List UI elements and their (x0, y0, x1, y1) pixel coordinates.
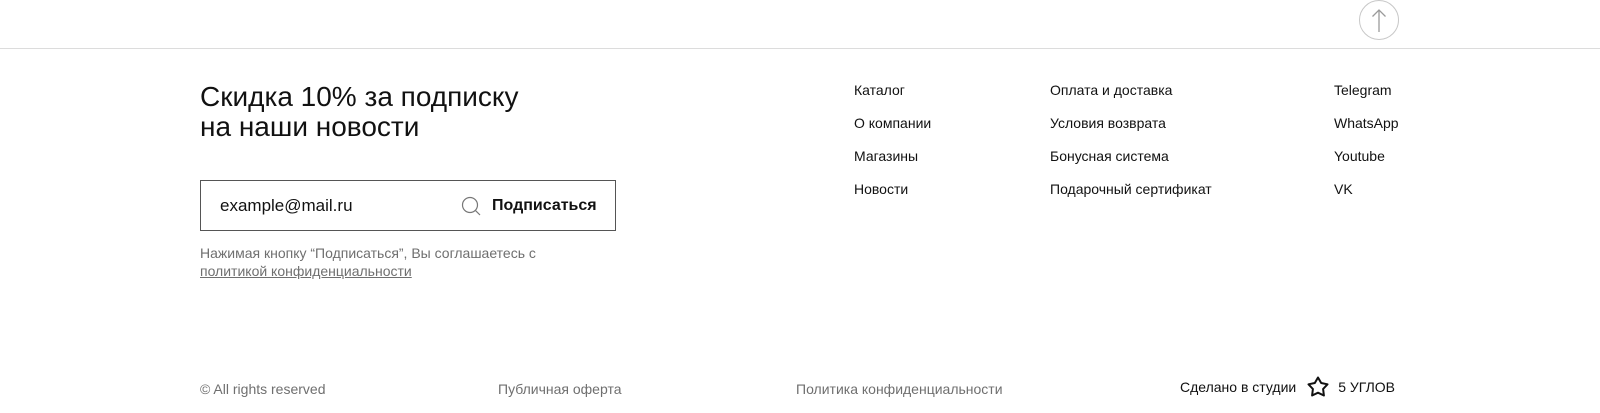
privacy-policy-footer-link[interactable]: Политика конфиденциальности (796, 380, 1003, 398)
social-link-telegram[interactable]: Telegram (1334, 81, 1399, 114)
email-input[interactable] (201, 181, 460, 230)
social-link-youtube[interactable]: Youtube (1334, 147, 1399, 180)
footer-nav-main: Каталог О компании Магазины Новости (854, 81, 931, 213)
public-offer-link[interactable]: Публичная оферта (498, 380, 622, 398)
nav-link-bonus[interactable]: Бонусная система (1050, 147, 1212, 180)
footer-nav-info: Оплата и доставка Условия возврата Бонус… (1050, 81, 1212, 213)
scroll-to-top-button[interactable] (1359, 0, 1399, 40)
subscribe-form: Подписаться (200, 180, 616, 231)
nav-link-returns[interactable]: Условия возврата (1050, 114, 1212, 147)
nav-link-news[interactable]: Новости (854, 180, 931, 213)
nav-link-payment-delivery[interactable]: Оплата и доставка (1050, 81, 1212, 114)
nav-link-about[interactable]: О компании (854, 114, 931, 147)
copyright: © All rights reserved (200, 381, 326, 397)
social-link-whatsapp[interactable]: WhatsApp (1334, 114, 1399, 147)
studio-credit-link[interactable]: Сделано в студии 5 УГЛОВ (1180, 376, 1395, 398)
studio-prefix: Сделано в студии (1180, 379, 1297, 395)
arrow-up-icon (1372, 9, 1386, 32)
consent-label: Нажимая кнопку “Подписаться”, Вы соглаша… (200, 245, 536, 261)
social-link-vk[interactable]: VK (1334, 180, 1399, 213)
subscribe-title: Скидка 10% за подписку на наши новости (200, 82, 620, 142)
privacy-policy-link[interactable]: политикой конфиденциальности (200, 262, 600, 280)
top-bar (0, 0, 1600, 49)
nav-link-stores[interactable]: Магазины (854, 147, 931, 180)
consent-text: Нажимая кнопку “Подписаться”, Вы соглаша… (200, 244, 600, 280)
footer-nav-social: Telegram WhatsApp Youtube VK (1334, 81, 1399, 213)
studio-name: 5 УГЛОВ (1338, 379, 1395, 395)
search-icon (461, 196, 481, 216)
subscribe-button[interactable]: Подписаться (492, 181, 597, 230)
subscribe-title-line2: на наши новости (200, 111, 420, 142)
nav-link-gift-certificate[interactable]: Подарочный сертификат (1050, 180, 1212, 213)
subscribe-title-line1: Скидка 10% за подписку (200, 81, 519, 112)
pentagon-star-logo (1307, 376, 1329, 397)
nav-link-catalog[interactable]: Каталог (854, 81, 931, 114)
